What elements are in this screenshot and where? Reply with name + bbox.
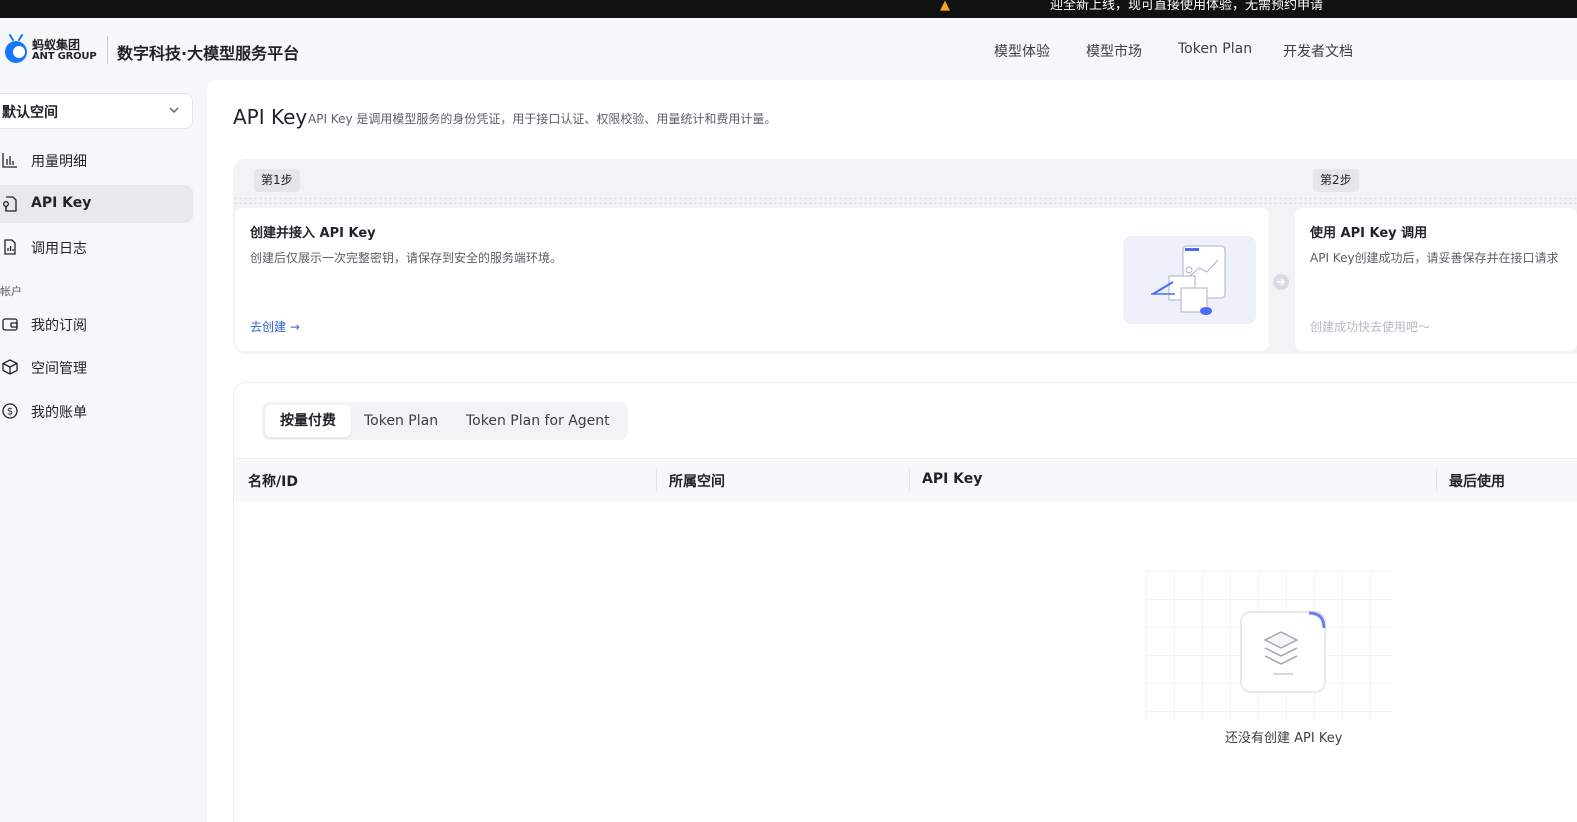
- column-api-key: API Key: [922, 471, 983, 487]
- step-2-title: 使用 API Key 调用: [1310, 226, 1428, 241]
- tab-token-plan-agent[interactable]: Token Plan for Agent: [466, 405, 610, 437]
- table-header: 名称/ID 所属空间 API Key 最后使用: [234, 458, 1577, 501]
- empty-layers-icon: [1240, 611, 1326, 693]
- svg-text:$: $: [7, 407, 13, 418]
- step-1-card: 创建并接入 API Key 创建后仅展示一次完整密钥，请保存到安全的服务端环境。…: [235, 208, 1269, 351]
- nav-model-experience[interactable]: 模型体验: [994, 41, 1050, 61]
- nav-developer-docs[interactable]: 开发者文档: [1283, 41, 1353, 61]
- space-selector[interactable]: 默认空间: [0, 93, 193, 129]
- column-space: 所属空间: [669, 474, 725, 490]
- sidebar-item-my-bill[interactable]: $ 我的账单: [0, 392, 193, 430]
- sidebar-item-label: 空间管理: [31, 361, 87, 377]
- column-separator: [909, 469, 910, 491]
- sidebar-item-api-key[interactable]: API Key: [0, 185, 193, 223]
- step-2-card: 使用 API Key 调用 API Key创建成功后，请妥善保存并在接口请求 创…: [1295, 208, 1577, 351]
- arrow-right-circle-icon: [1273, 274, 1289, 290]
- sidebar-item-space-management[interactable]: 空间管理: [0, 348, 193, 386]
- column-separator: [1436, 469, 1437, 491]
- section-label-account: 帐户: [0, 285, 22, 298]
- sidebar-item-call-log[interactable]: 调用日志: [0, 228, 193, 266]
- tab-pay-as-you-go[interactable]: 按量付费: [265, 405, 351, 437]
- api-illustration: [1123, 236, 1256, 324]
- log-file-icon: [4, 239, 16, 255]
- steps-divider: [233, 196, 1577, 204]
- screen-illustration-icon: [1151, 245, 1226, 315]
- wallet-icon: [2, 318, 18, 331]
- api-key-panel: 按量付费 Token Plan Token Plan for Agent 名称/…: [233, 382, 1577, 822]
- empty-state-text: 还没有创建 API Key: [1225, 731, 1343, 746]
- sidebar-item-label: 调用日志: [31, 241, 87, 257]
- cube-icon: [2, 359, 18, 375]
- space-selector-label: 默认空间: [2, 105, 58, 121]
- step-2-hint: 创建成功快去使用吧～: [1310, 320, 1431, 334]
- header: 蚂蚁集团 ANT GROUP 数字科技·大模型服务平台 模型体验 模型市场 To…: [0, 18, 1577, 80]
- step-2-tag: 第2步: [1313, 169, 1359, 192]
- create-link[interactable]: 去创建 →: [250, 318, 300, 335]
- page-title: API Key: [233, 105, 308, 129]
- sidebar-item-subscription[interactable]: 我的订阅: [0, 305, 193, 343]
- step-1-description: 创建后仅展示一次完整密钥，请保存到安全的服务端环境。: [250, 251, 563, 265]
- step-1-title: 创建并接入 API Key: [250, 226, 376, 241]
- sidebar-item-label: 我的账单: [31, 405, 87, 421]
- sidebar-item-usage[interactable]: 用量明细: [0, 141, 193, 179]
- dollar-circle-icon: $: [2, 403, 18, 419]
- ant-logo-icon[interactable]: [4, 34, 30, 64]
- key-icon: [3, 196, 17, 212]
- step-1-tag: 第1步: [254, 169, 300, 192]
- sidebar-item-label: 我的订阅: [31, 318, 87, 334]
- nav-token-plan[interactable]: Token Plan: [1178, 41, 1252, 57]
- tab-token-plan[interactable]: Token Plan: [364, 405, 438, 437]
- bell-icon: ▲: [940, 0, 950, 13]
- page-description: API Key 是调用模型服务的身份凭证，用于接口认证、权限校验、用量统计和费用…: [308, 112, 777, 126]
- platform-title: 数字科技·大模型服务平台: [117, 44, 300, 63]
- column-name-id: 名称/ID: [248, 474, 298, 490]
- bar-chart-icon: [2, 153, 17, 168]
- nav-model-market[interactable]: 模型市场: [1086, 41, 1142, 61]
- main-content: API Key API Key 是调用模型服务的身份凭证，用于接口认证、权限校验…: [207, 80, 1577, 822]
- steps-guide: 第1步 第2步 创建并接入 API Key 创建后仅展示一次完整密钥，请保存到安…: [233, 159, 1577, 354]
- notice-text: ▲ 迎全新上线，现可直接使用体验，无需预约申请: [940, 0, 1324, 13]
- column-separator: [656, 469, 657, 491]
- logo-text: 蚂蚁集团 ANT GROUP: [32, 38, 97, 62]
- sidebar: 默认空间 用量明细 API Key 调用日志 帐户 我的订阅 空间管理 $ 我的…: [0, 80, 207, 822]
- column-last-used: 最后使用: [1449, 474, 1505, 490]
- logo-divider: [107, 36, 108, 64]
- step-2-description: API Key创建成功后，请妥善保存并在接口请求: [1310, 251, 1559, 265]
- sidebar-item-label: API Key: [31, 195, 92, 211]
- chevron-down-icon: [169, 107, 179, 114]
- billing-tabs: 按量付费 Token Plan Token Plan for Agent: [262, 402, 628, 440]
- sidebar-item-label: 用量明细: [31, 154, 87, 170]
- notice-bar: ▲ 迎全新上线，现可直接使用体验，无需预约申请: [0, 0, 1577, 18]
